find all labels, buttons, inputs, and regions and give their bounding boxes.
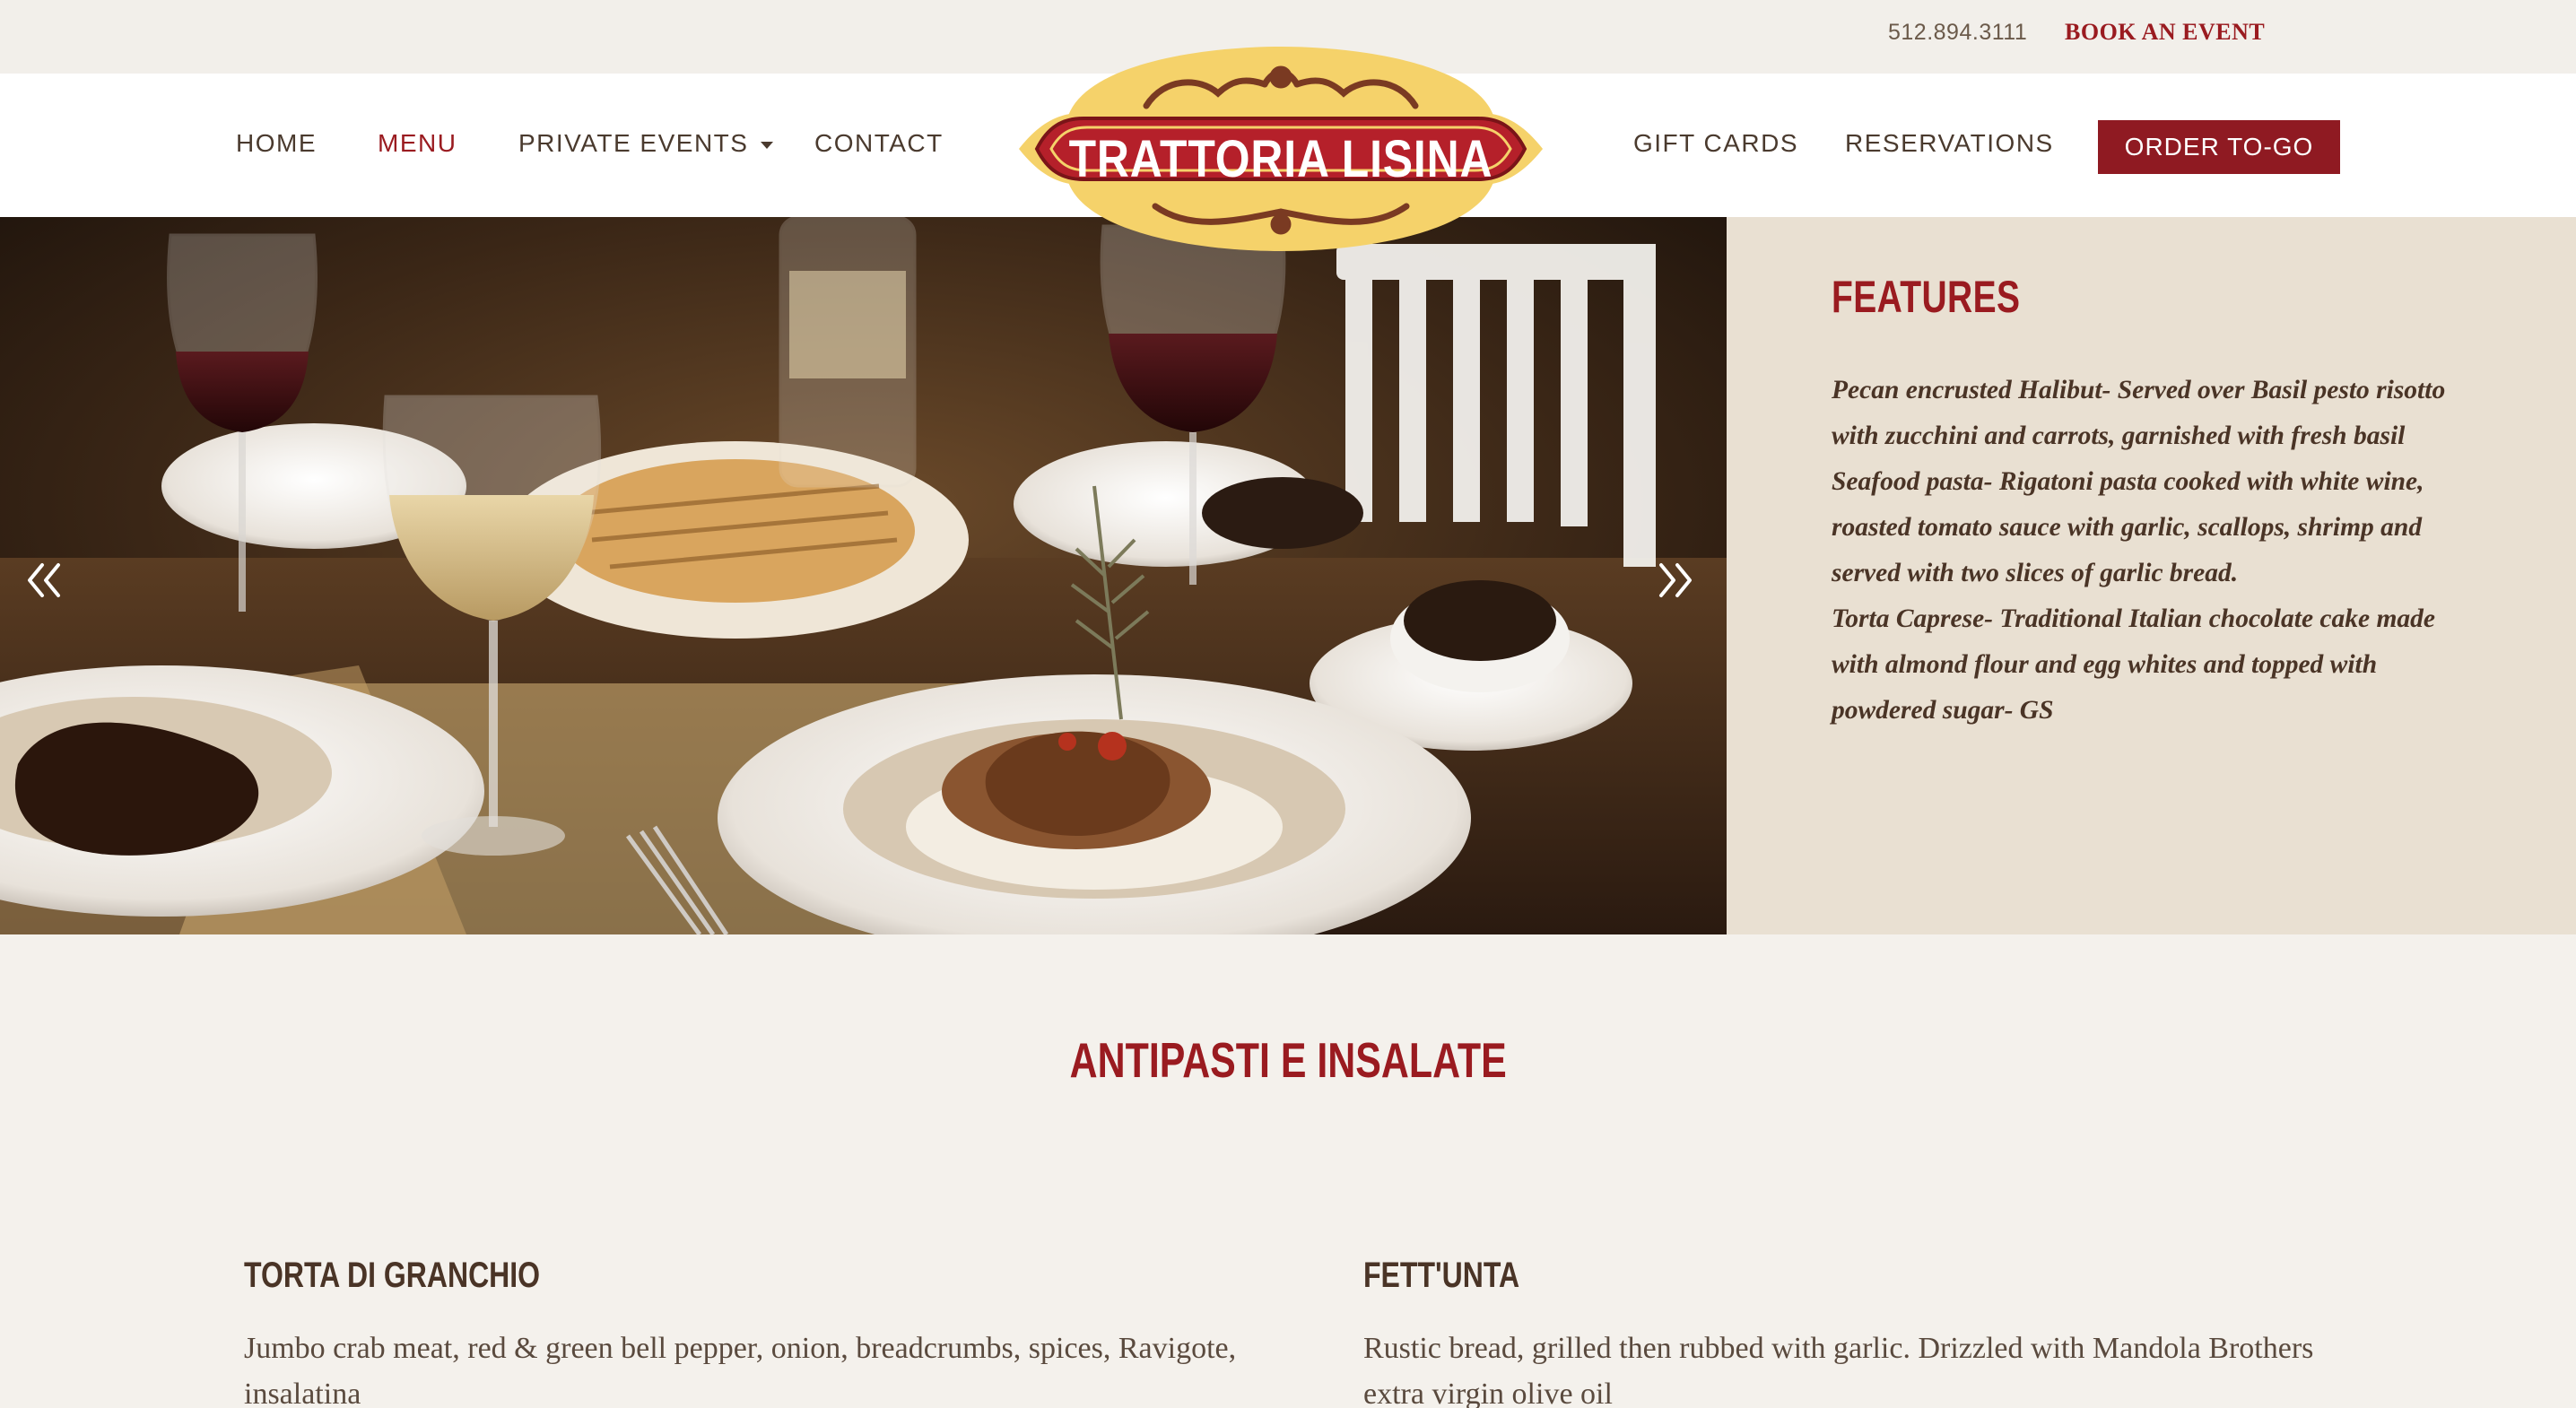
features-title: FEATURES [1832, 272, 2021, 322]
features-panel: FEATURES Pecan encrusted Halibut- Served… [1727, 217, 2576, 934]
food-photo [0, 217, 1727, 934]
logo[interactable]: TRATTORIA LISINA [1012, 41, 1550, 256]
caret-down-icon [761, 141, 774, 149]
page: 512.894.3111 BOOK AN EVENT HOME MENU PRI… [0, 0, 2576, 1408]
nav-home[interactable]: HOME [236, 129, 317, 158]
nav-contact[interactable]: CONTACT [814, 129, 944, 158]
dish-description: Jumbo crab meat, red & green bell pepper… [244, 1332, 1237, 1408]
double-chevron-right-icon[interactable] [1652, 558, 1697, 603]
nav-private-events[interactable]: PRIVATE EVENTS [518, 129, 774, 158]
menu-section-title-text: ANTIPASTI E INSALATE [1069, 1032, 1507, 1088]
nav-reservations[interactable]: RESERVATIONS [1845, 129, 2054, 158]
double-chevron-left-icon[interactable] [22, 558, 67, 603]
phone-link[interactable]: 512.894.3111 [1888, 20, 2027, 46]
dish-description: Rustic bread, grilled then rubbed with g… [1363, 1332, 2314, 1408]
dish-name: FETT'UNTA [1363, 1256, 1520, 1295]
features-line: powdered sugar- GS [1832, 696, 2054, 725]
features-line: roasted tomato sauce with garlic, scallo… [1832, 513, 2423, 542]
dish-name: TORTA DI GRANCHIO [244, 1256, 541, 1295]
features-text: Pecan encrusted Halibut- Served over Bas… [1832, 368, 2549, 734]
nav-private-events-label: PRIVATE EVENTS [518, 129, 749, 157]
features-line: with almond flour and egg whites and top… [1832, 650, 2378, 679]
features-line: Torta Caprese- Traditional Italian choco… [1832, 604, 2436, 633]
features-line: Pecan encrusted Halibut- Served over Bas… [1832, 376, 2446, 404]
features-line: served with two slices of garlic bread. [1832, 559, 2239, 587]
book-event-link[interactable]: BOOK AN EVENT [2065, 19, 2265, 46]
features-line: with zucchini and carrots, garnished wit… [1832, 422, 2406, 450]
order-to-go-button[interactable]: ORDER TO-GO [2098, 120, 2340, 174]
nav-menu[interactable]: MENU [378, 129, 457, 158]
nav-gift-cards[interactable]: GIFT CARDS [1633, 129, 1798, 158]
features-line: Seafood pasta- Rigatoni pasta cooked wit… [1832, 467, 2424, 496]
logo-text: TRATTORIA LISINA [1068, 130, 1493, 188]
hero-carousel [0, 217, 1727, 934]
menu-section-title: ANTIPASTI E INSALATE [0, 1031, 2576, 1089]
